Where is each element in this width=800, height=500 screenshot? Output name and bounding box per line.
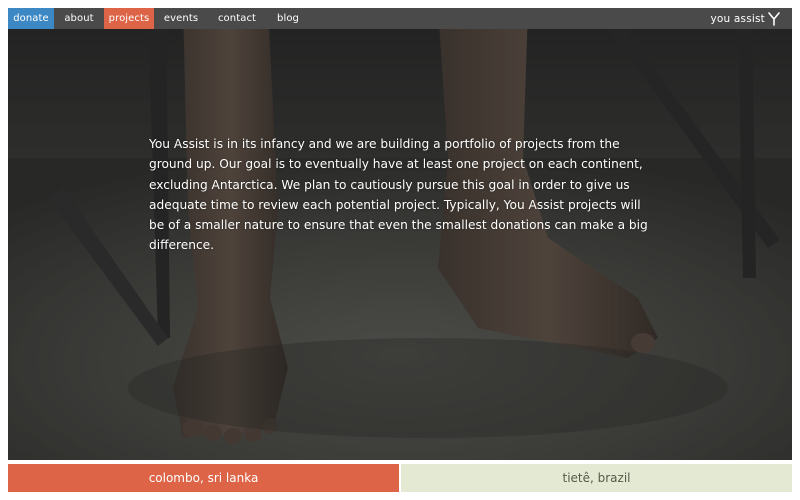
project-tiles: colombo, sri lanka tietê, brazil [8, 464, 792, 492]
brand-name: you assist [710, 12, 765, 25]
nav-projects[interactable]: projects [104, 8, 154, 29]
hero-banner: You Assist is in its infancy and we are … [8, 8, 792, 460]
you-assist-logo-icon [768, 11, 780, 26]
page-frame: You Assist is in its infancy and we are … [8, 8, 792, 492]
nav-blog[interactable]: blog [266, 8, 310, 29]
nav-donate[interactable]: donate [8, 8, 54, 29]
nav-events[interactable]: events [154, 8, 208, 29]
nav-about[interactable]: about [54, 8, 104, 29]
project-tile-colombo[interactable]: colombo, sri lanka [8, 464, 399, 492]
project-tile-tiete[interactable]: tietê, brazil [401, 464, 792, 492]
top-navigation: donate about projects events contact blo… [8, 8, 792, 29]
nav-contact[interactable]: contact [208, 8, 266, 29]
hero-intro-text: You Assist is in its infancy and we are … [149, 137, 648, 253]
brand-link[interactable]: you assist [710, 8, 780, 29]
